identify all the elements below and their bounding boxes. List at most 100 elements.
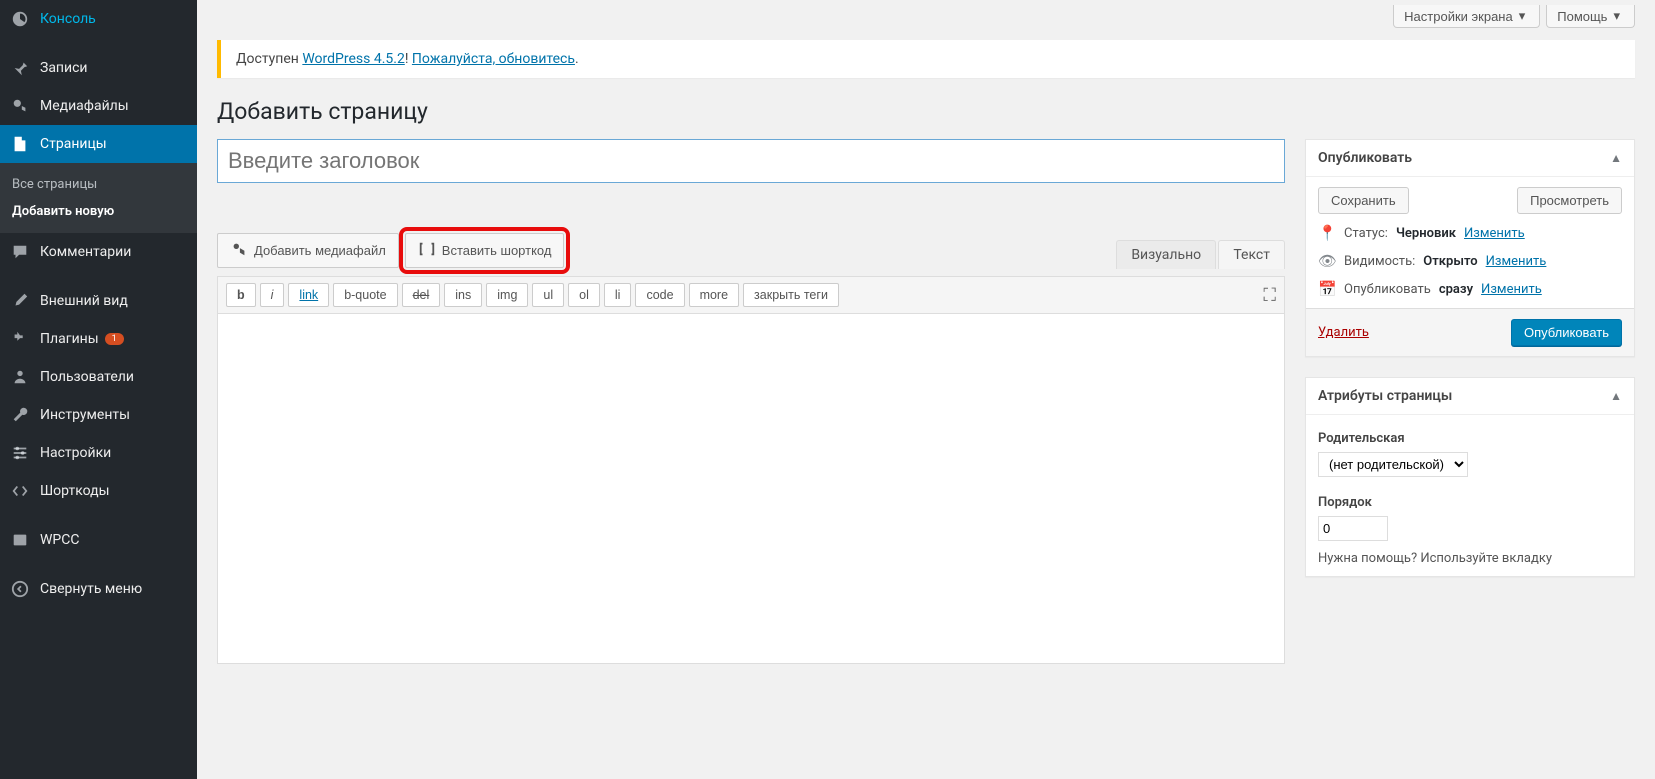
- page-attributes-box: Атрибуты страницы ▲ Родительская (нет ро…: [1305, 377, 1635, 577]
- menu-label: Внешний вид: [40, 293, 128, 309]
- menu-label: Записи: [40, 60, 88, 76]
- screen-options-button[interactable]: Настройки экрана ▾: [1393, 5, 1540, 28]
- menu-users[interactable]: Пользователи: [0, 358, 197, 396]
- parent-label: Родительская: [1318, 431, 1622, 446]
- menu-label: Консоль: [40, 11, 96, 27]
- content-editor[interactable]: [217, 314, 1285, 664]
- add-media-label: Добавить медиафайл: [254, 243, 386, 258]
- wp-version-link[interactable]: WordPress 4.5.2: [302, 51, 404, 67]
- qt-code[interactable]: code: [635, 283, 684, 307]
- menu-shortcodes[interactable]: Шорткоды: [0, 472, 197, 510]
- publish-label: Опубликовать: [1344, 282, 1431, 297]
- admin-sidebar: Консоль Записи Медиафайлы Страницы Все с…: [0, 0, 197, 779]
- post-title-input[interactable]: [217, 139, 1285, 183]
- qt-closetags[interactable]: закрыть теги: [743, 283, 839, 307]
- qt-more[interactable]: more: [689, 283, 739, 307]
- menu-settings[interactable]: Настройки: [0, 434, 197, 472]
- submenu-add-new[interactable]: Добавить новую: [0, 198, 197, 225]
- status-label: Статус:: [1344, 226, 1388, 241]
- delete-link[interactable]: Удалить: [1318, 325, 1369, 340]
- menu-media[interactable]: Медиафайлы: [0, 87, 197, 125]
- notice-suffix: .: [575, 51, 579, 67]
- dashboard-icon: [10, 9, 30, 29]
- edit-status-link[interactable]: Изменить: [1464, 226, 1525, 241]
- menu-label: Плагины: [40, 331, 99, 347]
- qt-italic[interactable]: i: [260, 283, 285, 307]
- comment-icon: [10, 242, 30, 262]
- add-media-button[interactable]: Добавить медиафайл: [217, 233, 399, 268]
- qt-bold[interactable]: b: [226, 283, 256, 307]
- parent-page-select[interactable]: (нет родительской): [1318, 452, 1468, 477]
- help-button[interactable]: Помощь ▾: [1546, 5, 1635, 28]
- preview-button[interactable]: Просмотреть: [1517, 187, 1622, 214]
- publish-box: Опубликовать ▲ Сохранить Просмотреть 📍 С…: [1305, 139, 1635, 357]
- update-link[interactable]: Пожалуйста, обновитесь: [412, 51, 575, 67]
- screen-options-label: Настройки экрана: [1404, 9, 1513, 24]
- menu-label: Медиафайлы: [40, 98, 129, 114]
- key-icon: 📍: [1318, 224, 1336, 242]
- toggle-icon[interactable]: ▲: [1610, 151, 1622, 165]
- order-label: Порядок: [1318, 495, 1622, 510]
- update-notice: Доступен WordPress 4.5.2! Пожалуйста, об…: [217, 40, 1635, 78]
- qt-del[interactable]: del: [402, 283, 441, 307]
- media-icon: [10, 96, 30, 116]
- menu-appearance[interactable]: Внешний вид: [0, 282, 197, 320]
- users-icon: [10, 367, 30, 387]
- menu-dashboard[interactable]: Консоль: [0, 0, 197, 38]
- editor-tab-visual[interactable]: Визуально: [1116, 240, 1216, 269]
- quicktags-toolbar: b i link b-quote del ins img ul ol li co…: [217, 276, 1285, 314]
- edit-visibility-link[interactable]: Изменить: [1486, 254, 1547, 269]
- menu-pages[interactable]: Страницы: [0, 125, 197, 163]
- insert-shortcode-button[interactable]: Вставить шорткод: [405, 233, 565, 268]
- qt-li[interactable]: li: [604, 283, 632, 307]
- menu-label: WPCC: [40, 532, 79, 548]
- qt-img[interactable]: img: [486, 283, 528, 307]
- pin-icon: [10, 58, 30, 78]
- menu-label: Настройки: [40, 445, 111, 461]
- eye-icon: 👁: [1318, 252, 1336, 270]
- plugins-badge: 1: [105, 333, 124, 345]
- attributes-help-text: Нужна помощь? Используйте вкладку: [1318, 551, 1622, 566]
- submenu-all-pages[interactable]: Все страницы: [0, 171, 197, 198]
- publish-button[interactable]: Опубликовать: [1511, 319, 1622, 346]
- generic-icon: [10, 530, 30, 550]
- brush-icon: [10, 291, 30, 311]
- edit-date-link[interactable]: Изменить: [1481, 282, 1542, 297]
- menu-wpcc[interactable]: WPCC: [0, 521, 197, 559]
- menu-comments[interactable]: Комментарии: [0, 233, 197, 271]
- notice-sep: !: [405, 51, 412, 67]
- chevron-down-icon: ▾: [1519, 8, 1526, 24]
- sliders-icon: [10, 443, 30, 463]
- publish-value: сразу: [1439, 282, 1473, 297]
- notice-prefix: Доступен: [236, 51, 302, 67]
- toggle-icon[interactable]: ▲: [1610, 389, 1622, 403]
- qt-blockquote[interactable]: b-quote: [333, 283, 397, 307]
- qt-ul[interactable]: ul: [532, 283, 564, 307]
- visibility-value: Открыто: [1423, 254, 1477, 269]
- calendar-icon: 📅: [1318, 280, 1336, 298]
- plugin-icon: [10, 329, 30, 349]
- menu-posts[interactable]: Записи: [0, 49, 197, 87]
- main-content: Настройки экрана ▾ Помощь ▾ Доступен Wor…: [197, 0, 1655, 779]
- menu-collapse[interactable]: Свернуть меню: [0, 570, 197, 608]
- menu-plugins[interactable]: Плагины 1: [0, 320, 197, 358]
- menu-label: Инструменты: [40, 407, 130, 423]
- camera-icon: [230, 240, 248, 261]
- menu-label: Пользователи: [40, 369, 134, 385]
- help-label: Помощь: [1557, 9, 1607, 24]
- qt-ol[interactable]: ol: [568, 283, 600, 307]
- qt-link[interactable]: link: [288, 283, 329, 307]
- qt-ins[interactable]: ins: [444, 283, 482, 307]
- save-draft-button[interactable]: Сохранить: [1318, 187, 1409, 214]
- editor-tab-text[interactable]: Текст: [1218, 240, 1285, 269]
- page-title: Добавить страницу: [217, 98, 1635, 125]
- menu-tools[interactable]: Инструменты: [0, 396, 197, 434]
- wrench-icon: [10, 405, 30, 425]
- publish-box-title: Опубликовать: [1318, 150, 1412, 166]
- shortcode-icon: [418, 240, 436, 261]
- fullscreen-icon[interactable]: ⛶: [1263, 285, 1276, 306]
- page-icon: [10, 134, 30, 154]
- menu-order-input[interactable]: [1318, 516, 1388, 541]
- insert-shortcode-label: Вставить шорткод: [442, 243, 552, 258]
- menu-label: Свернуть меню: [40, 581, 142, 597]
